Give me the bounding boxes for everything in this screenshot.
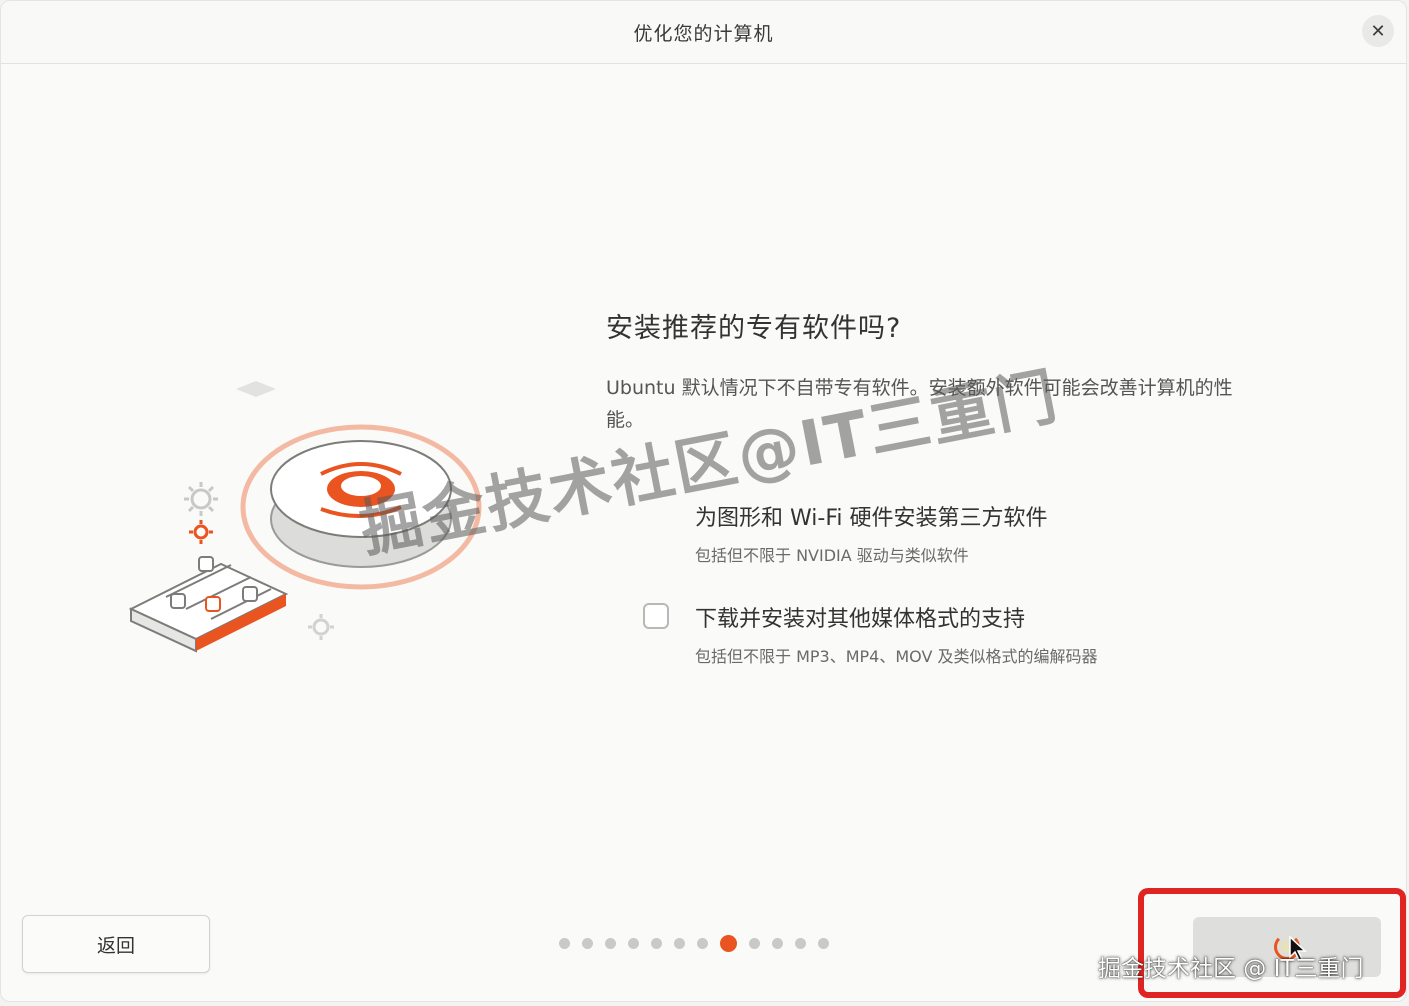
page-dot xyxy=(628,937,639,949)
installer-window: 优化您的计算机 ✕ 安装推荐的专有软件吗? Ubuntu 默认情况下不自带专有软… xyxy=(0,0,1407,1002)
option-label: 下载并安装对其他媒体格式的支持 xyxy=(695,607,1026,632)
page-dot xyxy=(651,937,662,949)
page-dot-current xyxy=(720,934,737,952)
page-dot xyxy=(674,937,685,949)
page-dot xyxy=(772,937,783,949)
small-gear-icon xyxy=(184,482,218,516)
page-dot xyxy=(582,937,593,949)
page-dot xyxy=(749,937,760,949)
option-sublabel: 包括但不限于 MP3、MP4、MOV 及类似格式的编解码器 xyxy=(695,647,1098,666)
option-sublabel: 包括但不限于 NVIDIA 驱动与类似软件 xyxy=(695,546,969,565)
page-indicator xyxy=(559,932,829,954)
back-button[interactable]: 返回 xyxy=(22,915,210,973)
window-title: 优化您的计算机 xyxy=(633,23,774,45)
close-button[interactable]: ✕ xyxy=(1362,15,1394,47)
page-dot xyxy=(818,937,829,949)
page-description: Ubuntu 默认情况下不自带专有软件。安装额外软件可能会改善计算机的性能。 xyxy=(606,377,1233,431)
tiny-gear-icon xyxy=(308,614,334,640)
software-gear-illustration xyxy=(128,381,482,653)
page-dot xyxy=(795,937,806,949)
large-gear-icon xyxy=(270,440,452,568)
page-content: 安装推荐的专有软件吗? Ubuntu 默认情况下不自带专有软件。安装额外软件可能… xyxy=(1,64,1406,1001)
orange-gear-icon xyxy=(189,520,213,544)
page-dot xyxy=(559,937,570,949)
slider-panel-icon xyxy=(128,556,289,653)
page-heading: 安装推荐的专有软件吗? xyxy=(606,313,902,344)
next-button[interactable] xyxy=(1193,917,1381,977)
mouse-cursor-icon xyxy=(1289,935,1307,961)
page-dot xyxy=(697,937,708,949)
close-icon: ✕ xyxy=(1370,20,1386,42)
title-bar: 优化您的计算机 ✕ xyxy=(1,1,1406,64)
media-formats-checkbox[interactable] xyxy=(643,603,669,629)
option-label: 为图形和 Wi-Fi 硬件安装第三方软件 xyxy=(695,506,1048,531)
diamond-decoration xyxy=(236,381,276,397)
page-dot xyxy=(605,937,616,949)
